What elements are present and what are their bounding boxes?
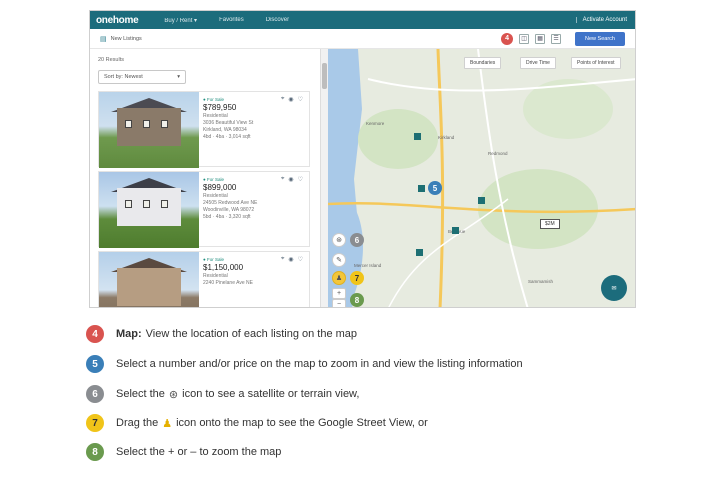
heart-icon[interactable]: ♡ [298, 176, 303, 183]
listing-map-pin[interactable] [416, 249, 423, 256]
legend-text: Select the + or – to zoom the map [116, 446, 282, 458]
listing-type: Residential [203, 193, 228, 199]
map-label: Kirkland [438, 135, 455, 140]
step-badge-6-marker: 6 [350, 233, 364, 247]
listing-type: Residential [203, 273, 228, 279]
listing-map-pin[interactable] [452, 227, 459, 234]
map-label: Kenmore [366, 121, 385, 126]
layers-icon[interactable]: ⊛ [332, 233, 346, 247]
scrollbar-thumb[interactable] [322, 63, 327, 89]
listing-map-pin[interactable] [414, 133, 421, 140]
nav-favorites[interactable]: Favorites [219, 17, 244, 24]
map-canvas [328, 49, 635, 307]
listing-card[interactable]: ● For Sale $1,150,000 Residential 2240 P… [98, 251, 310, 307]
onehome-logo[interactable]: onehome [96, 15, 139, 26]
listing-status: ● For Sale [203, 257, 224, 262]
points-of-interest-button[interactable]: Points of Interest [571, 57, 621, 69]
heart-icon[interactable]: ♡ [298, 256, 303, 263]
boundaries-button[interactable]: Boundaries [464, 57, 502, 69]
listing-status: ● For Sale [203, 177, 224, 182]
listing-details: 5bd · 4ba · 3,320 sqft [203, 214, 251, 220]
map-label: Redmond [488, 151, 508, 156]
step-badge-4-marker: 4 [501, 32, 514, 45]
heart-icon[interactable]: ♡ [298, 96, 303, 103]
step-badge-5-marker: 5 [428, 181, 442, 195]
listing-address: 2240 Pinelane Ave NE [203, 280, 253, 286]
nav-buy-rent[interactable]: Buy / Rent ▾ [164, 17, 197, 24]
map-view[interactable]: Boundaries Drive Time Points of Interest… [328, 49, 635, 307]
listing-card[interactable]: ● For Sale $899,000 Residential 24505 Re… [98, 171, 310, 248]
listing-map-pin[interactable] [478, 197, 485, 204]
eye-icon[interactable]: ◉ [288, 96, 293, 103]
zoom-out-button[interactable]: − [332, 299, 346, 307]
listing-details: 4bd · 4ba · 3,014 sqft [203, 134, 251, 140]
drive-time-button[interactable]: Drive Time [520, 57, 556, 69]
legend-text: icon to see a satellite or terrain view, [182, 388, 360, 400]
price-map-pin[interactable]: $2M [540, 219, 560, 229]
legend-item-8: 8 Select the + or – to zoom the map [86, 443, 686, 461]
legend-item-7: 7 Drag the ♟ icon onto the map to see th… [86, 414, 686, 432]
edit-icon[interactable]: ✎ [332, 253, 346, 267]
sort-select[interactable]: Sort by: Newest ▾ [98, 70, 186, 84]
listing-address: 24505 Redwood Ave NE [203, 200, 258, 206]
listing-photo[interactable] [99, 172, 199, 248]
activate-account-link[interactable]: Activate Account [575, 17, 627, 23]
listing-card[interactable]: ● For Sale $789,950 Residential 3036 Bea… [98, 91, 310, 168]
legend-bold-label: Map: [116, 328, 142, 340]
list-view-icon[interactable]: ☰ [551, 33, 562, 44]
listing-price: $789,950 [203, 103, 237, 112]
app-screenshot: onehome Buy / Rent ▾ Favorites Discover … [89, 10, 636, 308]
listing-type: Residential [203, 113, 228, 119]
sort-value: Sort by: Newest [104, 74, 143, 80]
step-badge-8: 8 [86, 443, 104, 461]
top-nav-bar: onehome Buy / Rent ▾ Favorites Discover … [90, 11, 635, 29]
map-label: Mercer Island [354, 263, 382, 268]
listing-city: Woodinville, WA 98072 [203, 207, 255, 213]
legend-item-5: 5 Select a number and/or price on the ma… [86, 355, 686, 373]
zoom-in-button[interactable]: + [332, 288, 346, 299]
chat-fab-button[interactable]: ✉ [601, 275, 627, 301]
listing-status: ● For Sale [203, 97, 224, 102]
legend-item-4: 4 Map: View the location of each listing… [86, 325, 686, 343]
list-icon: ▤ [100, 35, 107, 43]
legend-text: icon onto the map to see the Google Stre… [176, 417, 428, 429]
grid-view-icon[interactable]: ▦ [535, 33, 546, 44]
step-badge-4: 4 [86, 325, 104, 343]
step-badge-7-marker: 7 [350, 271, 364, 285]
results-count: 20 Results [98, 57, 124, 63]
step-badge-6: 6 [86, 385, 104, 403]
listing-photo[interactable] [99, 252, 199, 307]
listing-photo[interactable] [99, 92, 199, 168]
pegman-icon: ♟ [162, 417, 173, 430]
chevron-down-icon: ▾ [177, 74, 180, 80]
legend-text: Select a number and/or price on the map … [116, 358, 523, 370]
list-scrollbar[interactable] [320, 49, 328, 307]
legend-text: View the location of each listing on the… [145, 328, 358, 340]
step-badge-7: 7 [86, 414, 104, 432]
nav-discover[interactable]: Discover [266, 17, 289, 24]
map-view-icon[interactable]: ◫ [519, 33, 530, 44]
step-badge-8-marker: 8 [350, 293, 364, 307]
saved-search-label[interactable]: New Listings [111, 36, 142, 42]
legend-item-6: 6 Select the ⊛ icon to see a satellite o… [86, 385, 686, 403]
layers-icon: ⊛ [168, 388, 179, 401]
legend-text: Drag the [116, 417, 159, 429]
listing-city: Kirkland, WA 98034 [203, 127, 247, 133]
eye-icon[interactable]: ◉ [288, 256, 293, 263]
listing-price: $1,150,000 [203, 263, 244, 272]
toolbar: ▤ New Listings 4 ◫ ▦ ☰ New Search [90, 29, 635, 49]
map-pin-icon[interactable]: ⌖ [281, 96, 284, 103]
pegman-icon[interactable]: ♟ [332, 271, 346, 285]
step-badge-5: 5 [86, 355, 104, 373]
listing-price: $899,000 [203, 183, 237, 192]
new-search-button[interactable]: New Search [575, 31, 625, 46]
listing-map-pin[interactable] [418, 185, 425, 192]
map-pin-icon[interactable]: ⌖ [281, 176, 284, 183]
eye-icon[interactable]: ◉ [288, 176, 293, 183]
listing-panel: 20 Results Sort by: Newest ▾ ● For Sale … [90, 49, 320, 307]
map-label: Sammamish [528, 279, 554, 284]
legend-text: Select the [116, 388, 165, 400]
listing-address: 3036 Beautiful View St [203, 120, 254, 126]
map-pin-icon[interactable]: ⌖ [281, 256, 284, 263]
